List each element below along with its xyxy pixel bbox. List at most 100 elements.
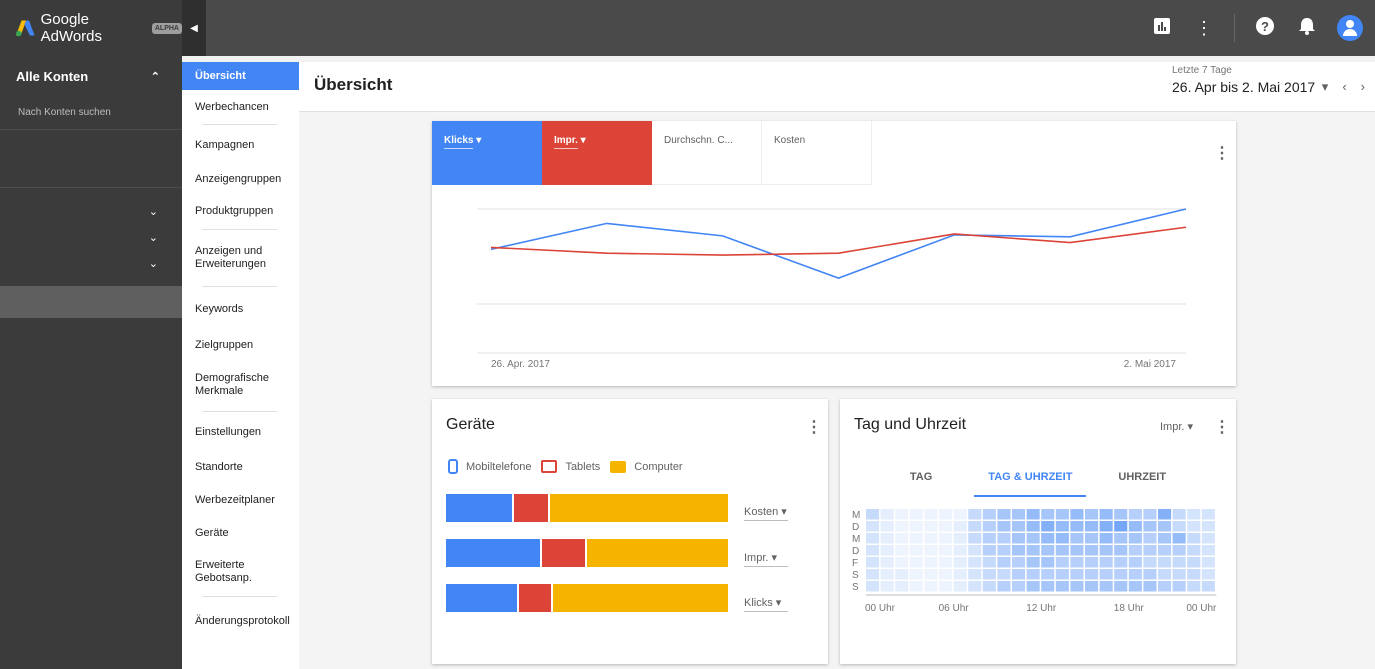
bar-segment-tablets[interactable] xyxy=(519,584,554,612)
more-vert-icon[interactable]: ⋮ xyxy=(806,417,822,437)
nav-item-label: Geräte xyxy=(195,526,229,539)
heatmap-cell xyxy=(1070,509,1084,520)
x-tick-label: 2. Mai 2017 xyxy=(1124,359,1177,370)
nav-item[interactable]: Erweiterte Gebotsanp. xyxy=(182,548,299,596)
heatmap-cell xyxy=(909,545,923,556)
heatmap-cell xyxy=(1172,509,1186,520)
nav-item[interactable]: Standorte xyxy=(182,452,299,482)
x-tick-label: 06 Uhr xyxy=(939,603,970,614)
next-period-icon[interactable]: › xyxy=(1361,79,1365,95)
heatmap-cell xyxy=(1012,569,1026,580)
nav-item[interactable]: Demografische Merkmale xyxy=(182,359,299,411)
dropdown-value: Impr. xyxy=(744,552,769,564)
nav-item[interactable]: Zielgruppen xyxy=(182,331,299,359)
metric-dropdown[interactable]: Impr. ▾ xyxy=(744,551,788,567)
more-vert-icon[interactable]: ⋮ xyxy=(1214,417,1230,437)
heatmap-cell xyxy=(924,581,938,592)
bar-segment-tablets[interactable] xyxy=(513,494,551,522)
legend-label: Mobiltelefone xyxy=(466,460,532,473)
heatmap-cell xyxy=(1201,569,1215,580)
divider xyxy=(1234,14,1235,42)
nav-item[interactable]: Einstellungen xyxy=(182,412,299,452)
heatmap-cell xyxy=(1114,569,1128,580)
app-name: Google AdWords xyxy=(40,11,103,45)
chevron-down-icon[interactable]: ⌄ xyxy=(0,224,182,250)
dropdown-value: Kosten xyxy=(744,506,779,518)
bar-segment-computer[interactable] xyxy=(586,539,728,567)
chevron-down-icon[interactable]: ⌄ xyxy=(0,250,182,276)
chevron-down-icon[interactable]: ⌄ xyxy=(0,198,182,224)
heatmap-cell xyxy=(953,509,967,520)
tab-tag[interactable]: TAG xyxy=(896,461,946,497)
nav-item[interactable]: Werbezeitplaner xyxy=(182,482,299,518)
bar-segment-computer[interactable] xyxy=(550,494,728,522)
bar-segment-mobiltelefone[interactable] xyxy=(446,539,542,567)
heatmap-cell xyxy=(1172,569,1186,580)
nav-item[interactable]: Anzeigen und Erweiterungen xyxy=(182,230,299,286)
date-range-selector[interactable]: 26. Apr bis 2. Mai 2017 xyxy=(1172,79,1315,95)
heatmap-cell xyxy=(968,545,982,556)
heatmap-cell xyxy=(1012,581,1026,592)
more-vert-icon[interactable]: ⋮ xyxy=(1214,143,1230,163)
account-search-input[interactable]: Nach Konten suchen xyxy=(0,96,182,130)
date-dropdown-icon[interactable]: ▾ xyxy=(1322,79,1329,95)
heatmap-cell xyxy=(1143,521,1157,532)
expand-collapse-icon[interactable]: ⌃ xyxy=(151,70,160,83)
heatmap-cell xyxy=(1099,509,1113,520)
nav-item[interactable]: Kampagnen xyxy=(182,125,299,165)
metric-tab-cpc[interactable]: Durchschn. C... xyxy=(652,121,762,185)
bar-segment-computer[interactable] xyxy=(553,584,728,612)
heatmap-cell xyxy=(1143,557,1157,568)
devices-legend: Mobiltelefone Tablets Computer xyxy=(448,459,693,474)
nav-item[interactable]: Geräte xyxy=(182,518,299,548)
metric-tab-kosten[interactable]: Kosten xyxy=(762,121,872,185)
prev-period-icon[interactable]: ‹ xyxy=(1342,79,1346,95)
metric-dropdown[interactable]: Klicks ▾ xyxy=(744,596,788,612)
bar-segment-mobiltelefone[interactable] xyxy=(446,494,514,522)
heatmap-cell xyxy=(1041,545,1055,556)
bell-icon[interactable] xyxy=(1295,16,1319,41)
metric-dropdown[interactable]: Kosten ▾ xyxy=(744,505,788,521)
heatmap-cell xyxy=(953,521,967,532)
heatmap-cell xyxy=(895,509,909,520)
brand[interactable]: Google AdWords ALPHA xyxy=(0,0,182,56)
heatmap-cell xyxy=(1055,521,1069,532)
heatmap-cell xyxy=(866,557,880,568)
account-avatar[interactable] xyxy=(1337,15,1363,41)
nav-item[interactable]: Übersicht xyxy=(182,62,299,90)
metric-tab-klicks[interactable]: Klicks ▾ xyxy=(432,121,542,185)
tablet-icon xyxy=(541,460,558,473)
metric-dropdown[interactable]: Impr. ▾ xyxy=(1160,420,1193,433)
heatmap-cell xyxy=(866,581,880,592)
heatmap-cell xyxy=(880,521,894,532)
accounts-header[interactable]: Alle Konten ⌃ xyxy=(0,56,182,96)
collapse-sidebar-button[interactable]: ◀ xyxy=(182,0,206,56)
heatmap-cell xyxy=(1158,545,1172,556)
heatmap-cell xyxy=(1055,557,1069,568)
nav-item[interactable]: Keywords xyxy=(182,287,299,331)
bar-segment-tablets[interactable] xyxy=(541,539,587,567)
tab-uhrzeit[interactable]: UHRZEIT xyxy=(1104,461,1180,497)
dropdown-value: Klicks xyxy=(744,597,773,609)
nav-item[interactable]: Werbechancen xyxy=(182,90,299,124)
metric-tab-impr[interactable]: Impr. ▾ xyxy=(542,121,652,185)
heatmap-cell xyxy=(1128,581,1142,592)
heatmap-cell xyxy=(1201,557,1215,568)
heatmap-cell xyxy=(1041,509,1055,520)
heatmap-cell xyxy=(997,533,1011,544)
nav-item[interactable]: Produktgruppen xyxy=(182,193,299,229)
heatmap-cell xyxy=(939,545,953,556)
heatmap-cell xyxy=(1012,545,1026,556)
bar-segment-mobiltelefone[interactable] xyxy=(446,584,520,612)
heatmap-cell xyxy=(953,569,967,580)
nav-item[interactable]: Änderungsprotokoll xyxy=(182,597,299,645)
heatmap-cell xyxy=(968,557,982,568)
device-bar-row xyxy=(446,539,728,567)
more-vert-icon[interactable]: ⋮ xyxy=(1192,18,1216,39)
reports-icon[interactable] xyxy=(1150,17,1174,39)
nav-item[interactable]: Anzeigengruppen xyxy=(182,165,299,193)
selected-account-row[interactable] xyxy=(0,286,182,318)
help-icon[interactable]: ? xyxy=(1253,16,1277,41)
heatmap-cell xyxy=(1172,521,1186,532)
tab-tag-uhrzeit[interactable]: TAG & UHRZEIT xyxy=(974,461,1087,497)
